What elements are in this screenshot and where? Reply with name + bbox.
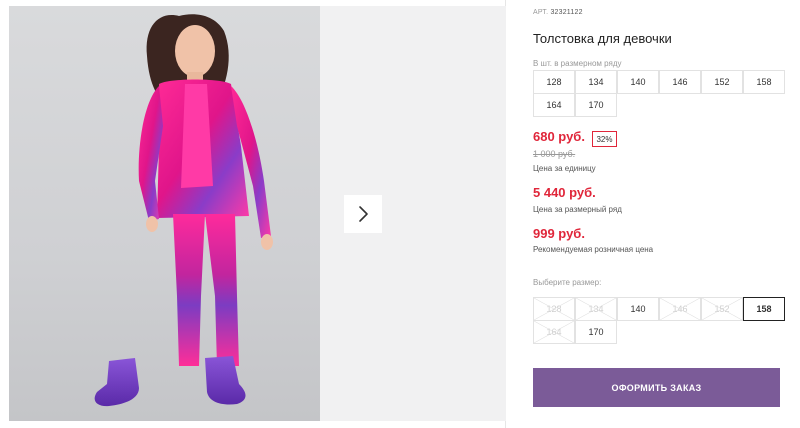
retail-price-note: Рекомендуемая розничная цена <box>533 245 654 254</box>
row-sizes-label: В шт. в размерном ряду <box>533 59 622 68</box>
size-option-134: 134 <box>575 297 617 321</box>
size-option-170[interactable]: 170 <box>575 320 617 344</box>
row-size-cell: 134 <box>575 70 617 94</box>
girl-illustration <box>94 14 273 407</box>
size-option-164: 164 <box>533 320 575 344</box>
size-select-label: Выберите размер: <box>533 278 602 287</box>
row-size-cell: 158 <box>743 70 785 94</box>
article-value: 32321122 <box>550 9 583 16</box>
discount-badge: 32% <box>592 131 617 147</box>
product-gallery <box>0 0 506 428</box>
row-size-cell: 164 <box>533 93 575 117</box>
place-order-button[interactable]: ОФОРМИТЬ ЗАКАЗ <box>533 368 780 407</box>
product-photo[interactable] <box>9 6 320 421</box>
size-option-158[interactable]: 158 <box>743 297 785 321</box>
size-option-140[interactable]: 140 <box>617 297 659 321</box>
retail-price: 999 руб. <box>533 226 585 241</box>
article-number: АРТ. 32321122 <box>533 9 583 16</box>
unit-price-note: Цена за единицу <box>533 164 596 173</box>
old-price: 1 000 руб. <box>533 149 576 159</box>
row-price: 5 440 руб. <box>533 185 596 200</box>
row-size-cell: 152 <box>701 70 743 94</box>
row-price-note: Цена за размерный ряд <box>533 205 622 214</box>
product-title: Толстовка для девочки <box>533 31 672 46</box>
size-option-152: 152 <box>701 297 743 321</box>
size-selector: 128 134 140 146 152 158 164 170 <box>533 297 785 344</box>
row-size-cell: 170 <box>575 93 617 117</box>
size-option-146: 146 <box>659 297 701 321</box>
article-label: АРТ. <box>533 9 549 16</box>
chevron-right-icon <box>359 206 368 222</box>
size-option-128: 128 <box>533 297 575 321</box>
row-size-cell: 128 <box>533 70 575 94</box>
row-sizes-grid: 128 134 140 146 152 158 164 170 <box>533 70 785 117</box>
row-size-cell: 146 <box>659 70 701 94</box>
next-image-button[interactable] <box>344 195 382 233</box>
unit-price: 680 руб. <box>533 129 585 144</box>
row-size-cell: 140 <box>617 70 659 94</box>
